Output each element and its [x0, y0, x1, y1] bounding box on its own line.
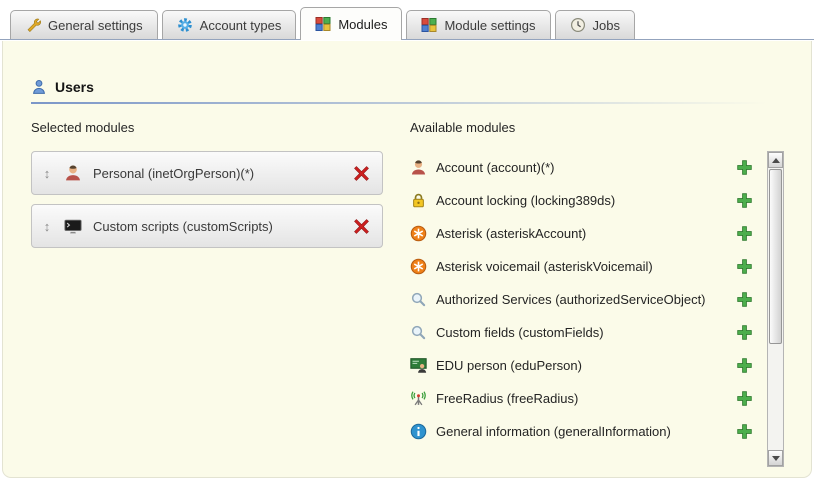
selected-module-label: Personal (inetOrgPerson)(*) [93, 166, 353, 181]
add-icon[interactable] [736, 192, 753, 209]
available-modules-wrap: Account (account)(*) Account locking (lo… [410, 151, 784, 467]
tab[interactable]: Modules [300, 7, 402, 40]
tab-label: Account types [200, 18, 282, 33]
modules-icon [315, 16, 331, 32]
section-divider [31, 102, 767, 104]
selected-modules-list: Personal (inetOrgPerson)(*) Custom scrip… [31, 151, 383, 248]
scrollbar-thumb[interactable] [769, 169, 782, 344]
gear-icon [177, 17, 193, 33]
asterisk-icon [410, 258, 427, 275]
drag-handle-icon[interactable] [39, 219, 55, 234]
section-header: Users [31, 77, 811, 97]
add-icon[interactable] [736, 324, 753, 341]
available-module-label: Account (account)(*) [436, 160, 736, 175]
delete-icon[interactable] [353, 218, 370, 235]
magnifier-icon [410, 291, 427, 308]
asterisk-icon [410, 225, 427, 242]
available-module-row: Asterisk voicemail (asteriskVoicemail) [410, 250, 767, 283]
delete-icon[interactable] [353, 165, 370, 182]
module-settings-icon [421, 17, 437, 33]
available-module-row: Account (account)(*) [410, 151, 767, 184]
scroll-up-button[interactable] [768, 152, 783, 168]
available-module-label: General information (generalInformation) [436, 424, 736, 439]
add-icon[interactable] [736, 258, 753, 275]
tab[interactable]: Jobs [555, 10, 635, 39]
tab-label: General settings [48, 18, 143, 33]
available-module-label: Asterisk voicemail (asteriskVoicemail) [436, 259, 736, 274]
available-module-label: Account locking (locking389ds) [436, 193, 736, 208]
tab[interactable]: General settings [10, 10, 158, 39]
available-modules-column: Available modules Account (account)(*) [410, 120, 784, 467]
tab-label: Jobs [593, 18, 620, 33]
lock-icon [410, 192, 427, 209]
magnifier-icon [410, 324, 427, 341]
available-module-label: Asterisk (asteriskAccount) [436, 226, 736, 241]
tab[interactable]: Account types [162, 10, 297, 39]
available-module-row: Authorized Services (authorizedServiceOb… [410, 283, 767, 316]
available-module-row: EDU person (eduPerson) [410, 349, 767, 382]
available-module-row: Account locking (locking389ds) [410, 184, 767, 217]
wrench-icon [25, 17, 41, 33]
users-icon [31, 79, 47, 95]
selected-module-label: Custom scripts (customScripts) [93, 219, 353, 234]
available-module-label: EDU person (eduPerson) [436, 358, 736, 373]
drag-handle-icon[interactable] [39, 166, 55, 181]
tab-bar: General settings Account types Modules M… [0, 0, 814, 40]
add-icon[interactable] [736, 357, 753, 374]
scroll-down-button[interactable] [768, 450, 783, 466]
available-module-row: General information (generalInformation) [410, 415, 767, 448]
available-module-row: FreeRadius (freeRadius) [410, 382, 767, 415]
edu-person-icon [410, 357, 427, 374]
custom-scripts-icon [64, 217, 82, 235]
info-icon [410, 423, 427, 440]
content-panel: Users Selected modules Personal (inetOrg… [2, 41, 812, 478]
add-icon[interactable] [736, 159, 753, 176]
section-title: Users [55, 79, 94, 95]
selected-modules-column: Selected modules Personal (inetOrgPerson… [31, 120, 383, 467]
available-module-label: Custom fields (customFields) [436, 325, 736, 340]
add-icon[interactable] [736, 225, 753, 242]
add-icon[interactable] [736, 390, 753, 407]
freeradius-icon [410, 390, 427, 407]
scrollbar-track[interactable] [768, 168, 783, 450]
jobs-icon [570, 17, 586, 33]
available-module-row: Custom fields (customFields) [410, 316, 767, 349]
available-module-row: Asterisk (asteriskAccount) [410, 217, 767, 250]
personal-icon [64, 164, 82, 182]
selected-module-row: Custom scripts (customScripts) [31, 204, 383, 248]
tab-label: Module settings [444, 18, 535, 33]
arrow-up-icon [772, 158, 780, 163]
scrollbar[interactable] [767, 151, 784, 467]
selected-module-row: Personal (inetOrgPerson)(*) [31, 151, 383, 195]
available-modules-heading: Available modules [410, 120, 784, 137]
add-icon[interactable] [736, 423, 753, 440]
page: General settings Account types Modules M… [0, 0, 814, 478]
tab-label: Modules [338, 17, 387, 32]
account-icon [410, 159, 427, 176]
available-module-label: FreeRadius (freeRadius) [436, 391, 736, 406]
add-icon[interactable] [736, 291, 753, 308]
available-module-label: Authorized Services (authorizedServiceOb… [436, 292, 736, 307]
arrow-down-icon [772, 456, 780, 461]
modules-columns: Selected modules Personal (inetOrgPerson… [31, 120, 811, 467]
tab[interactable]: Module settings [406, 10, 550, 39]
available-modules-list: Account (account)(*) Account locking (lo… [410, 151, 767, 448]
selected-modules-heading: Selected modules [31, 120, 383, 137]
